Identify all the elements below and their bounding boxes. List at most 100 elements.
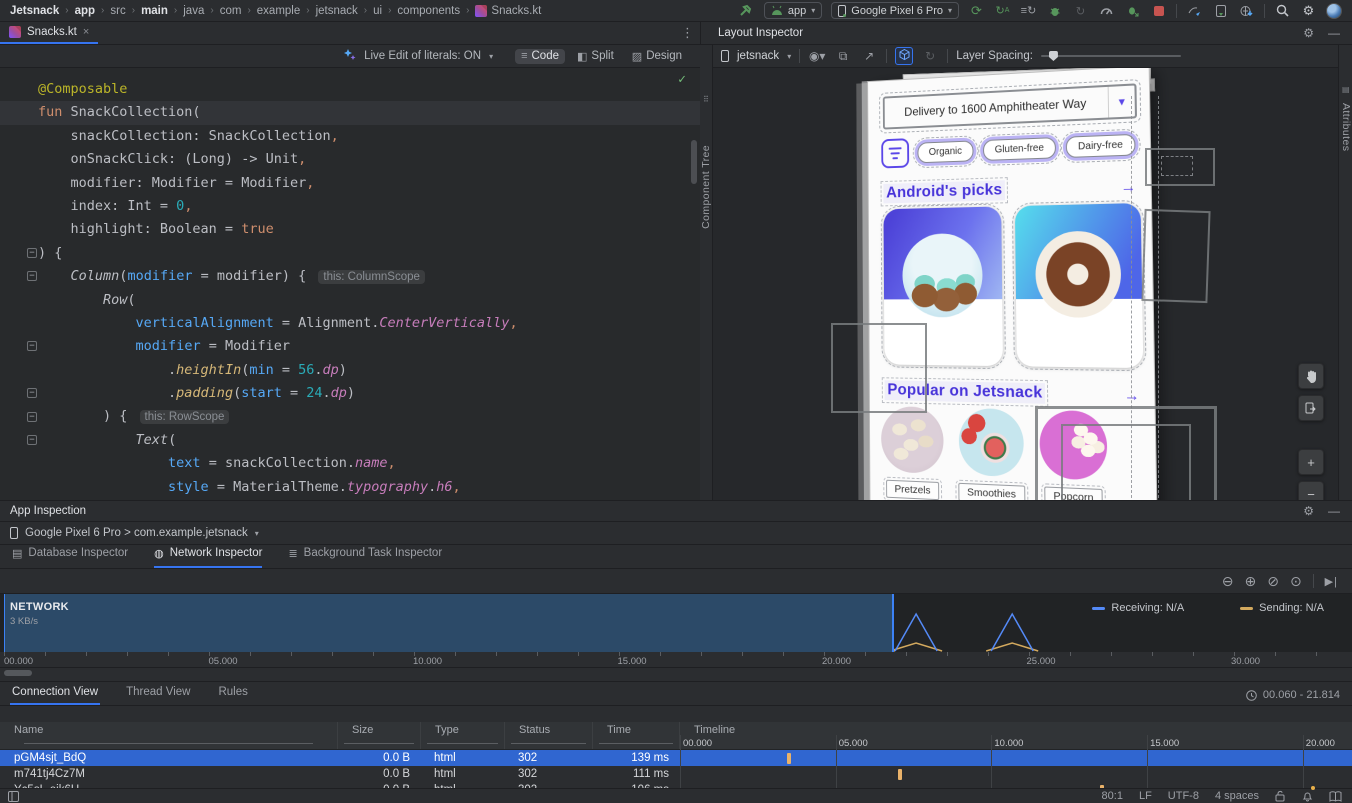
breadcrumb-item[interactable]: Snacks.kt	[491, 5, 541, 17]
fold-marker[interactable]: −	[27, 412, 37, 422]
status-lf[interactable]: LF	[1139, 790, 1152, 802]
profiler-gauge-icon[interactable]	[1098, 2, 1115, 19]
settings-gear-icon[interactable]: ⚙	[1300, 2, 1317, 19]
chevron-down-icon: ▾	[948, 6, 952, 15]
fold-marker[interactable]: −	[27, 341, 37, 351]
status-utf-8[interactable]: UTF-8	[1168, 790, 1199, 802]
slider-thumb[interactable]	[1049, 51, 1058, 61]
breadcrumb-item[interactable]: Jetsnack	[10, 5, 59, 17]
sdk-download-icon[interactable]	[1238, 2, 1255, 19]
divider	[799, 49, 800, 63]
table-row[interactable]: pGM4sjt_BdQ0.0 Bhtml302139 ms	[0, 750, 1352, 766]
minimize-icon[interactable]: —	[1328, 504, 1340, 518]
tab-connection-view[interactable]: Connection View	[10, 686, 100, 705]
column-header-status[interactable]: Status	[504, 722, 592, 737]
breadcrumb-item[interactable]: java	[183, 5, 204, 17]
apply-changes-icon[interactable]: ⟳	[968, 2, 985, 19]
run-configuration-select[interactable]: app ▾	[764, 2, 822, 19]
column-header-timeline[interactable]: Timeline	[679, 722, 1352, 737]
build-hammer-icon[interactable]	[738, 2, 755, 19]
table-subheader: 00.00005.00010.00015.00020.000	[0, 737, 1352, 750]
tab-icon: ≣	[288, 547, 297, 560]
code-token: ) {	[38, 245, 62, 261]
fold-marker[interactable]: −	[27, 435, 37, 445]
process-select[interactable]: jetsnack	[737, 50, 779, 62]
notifications-bell-icon[interactable]	[1302, 790, 1313, 802]
close-icon[interactable]: ×	[83, 26, 89, 38]
pan-hand-icon[interactable]	[1298, 363, 1324, 389]
reader-mode-icon[interactable]	[1329, 791, 1342, 802]
network-traffic-chart[interactable]: NETWORK 3 KB/s Receiving: N/ASending: N/…	[0, 594, 1352, 652]
search-everywhere-icon[interactable]	[1274, 2, 1291, 19]
profile-icon[interactable]: ↻	[1072, 2, 1089, 19]
attach-debugger-icon[interactable]	[1124, 2, 1141, 19]
mode-split-button[interactable]: ◧Split	[571, 49, 620, 64]
stop-button[interactable]	[1150, 2, 1167, 19]
tab-network-inspector[interactable]: ◍Network Inspector	[154, 544, 262, 568]
breadcrumb-item[interactable]: main	[141, 5, 168, 17]
build-run-icon[interactable]: ≡↻	[1020, 2, 1037, 19]
column-header-time[interactable]: Time	[592, 722, 679, 737]
code-line: onSnackClick: (Long) -> Unit,	[0, 148, 700, 171]
timeline-selection[interactable]	[4, 594, 894, 652]
breadcrumb-item[interactable]: jetsnack	[316, 5, 358, 17]
status-4-spaces[interactable]: 4 spaces	[1215, 790, 1259, 802]
status-80-1[interactable]: 80:1	[1102, 790, 1123, 802]
breadcrumb-item[interactable]: components	[397, 5, 460, 17]
inspection-process-selector[interactable]: Google Pixel 6 Pro > com.example.jetsnac…	[0, 522, 1352, 545]
code-editor[interactable]: @Composablefun SnackCollection( snackCol…	[0, 68, 700, 500]
tab-database-inspector[interactable]: ▤Database Inspector	[12, 544, 128, 568]
breadcrumb-item[interactable]: com	[220, 5, 242, 17]
zoom-out-icon[interactable]: ⊖	[1222, 573, 1234, 590]
reset-zoom-icon[interactable]: ⊘	[1267, 573, 1279, 590]
debug-icon[interactable]	[1046, 2, 1063, 19]
fold-marker[interactable]: −	[27, 388, 37, 398]
fold-marker[interactable]: −	[27, 248, 37, 258]
user-avatar[interactable]	[1326, 3, 1342, 19]
device-manager-icon[interactable]	[1212, 2, 1229, 19]
live-edit-dropdown[interactable]: Live Edit of literals: ON	[364, 50, 481, 62]
breadcrumb-item[interactable]: src	[110, 5, 125, 17]
zoom-in-button[interactable]: +	[1298, 449, 1324, 475]
minimize-icon[interactable]: —	[1328, 26, 1340, 40]
component-tree-tab[interactable]: Component Tree	[700, 145, 712, 229]
editor-options-kebab-icon[interactable]: ⋮	[681, 25, 700, 41]
zoom-to-selection-icon[interactable]: ⊙	[1290, 573, 1302, 590]
3d-mode-button[interactable]	[895, 47, 913, 65]
tab-snacks-kt[interactable]: Snacks.kt ×	[0, 22, 98, 44]
tab-background-task-inspector[interactable]: ≣Background Task Inspector	[288, 544, 442, 568]
mode-design-button[interactable]: ▨Design	[626, 49, 688, 64]
pop-out-icon[interactable]: ↗	[860, 49, 878, 63]
inspections-ok-icon[interactable]: ✓	[678, 72, 686, 87]
unlock-icon[interactable]	[1275, 790, 1286, 802]
panel-settings-gear-icon[interactable]: ⚙	[1303, 504, 1314, 518]
tab-rules[interactable]: Rules	[216, 686, 249, 705]
code-token: ,	[453, 479, 461, 495]
table-row[interactable]: m741tj4Cz7M0.0 Bhtml302111 ms	[0, 766, 1352, 782]
tool-windows-icon[interactable]	[0, 791, 27, 802]
apply-code-changes-icon[interactable]: ↻A	[994, 2, 1011, 19]
zoom-in-icon[interactable]: ⊕	[1244, 573, 1256, 590]
horizontal-scrollbar[interactable]	[4, 670, 32, 676]
breadcrumb-item[interactable]: example	[257, 5, 300, 17]
select-component-icon[interactable]: ⧉	[834, 49, 852, 64]
column-header-size[interactable]: Size	[337, 722, 420, 737]
jump-to-live-icon[interactable]: ▶|	[1325, 575, 1338, 588]
breadcrumb-item[interactable]: ui	[373, 5, 382, 17]
fold-marker[interactable]: −	[27, 271, 37, 281]
layer-spacing-slider[interactable]	[1041, 55, 1181, 57]
breadcrumb-item[interactable]: app	[75, 5, 95, 17]
view-options-eye-icon[interactable]: ◉▾	[808, 49, 826, 63]
attributes-tab[interactable]: Attributes	[1340, 103, 1352, 151]
layout-inspector-viewport[interactable]: Delivery to 1600 Amphitheater Way ▾ Orga…	[713, 68, 1338, 500]
refresh-icon[interactable]: ↻	[921, 49, 939, 63]
panel-settings-gear-icon[interactable]: ⚙	[1303, 26, 1314, 40]
reset-view-icon[interactable]	[1298, 395, 1324, 421]
mode-code-button[interactable]: ≡Code	[515, 49, 565, 64]
editor-scrollbar[interactable]	[691, 140, 697, 184]
device-mirroring-icon[interactable]	[1186, 2, 1203, 19]
column-header-type[interactable]: Type	[420, 722, 504, 737]
tab-thread-view[interactable]: Thread View	[124, 686, 192, 705]
column-header-name[interactable]: Name	[0, 722, 337, 737]
device-select[interactable]: Google Pixel 6 Pro ▾	[831, 2, 959, 19]
